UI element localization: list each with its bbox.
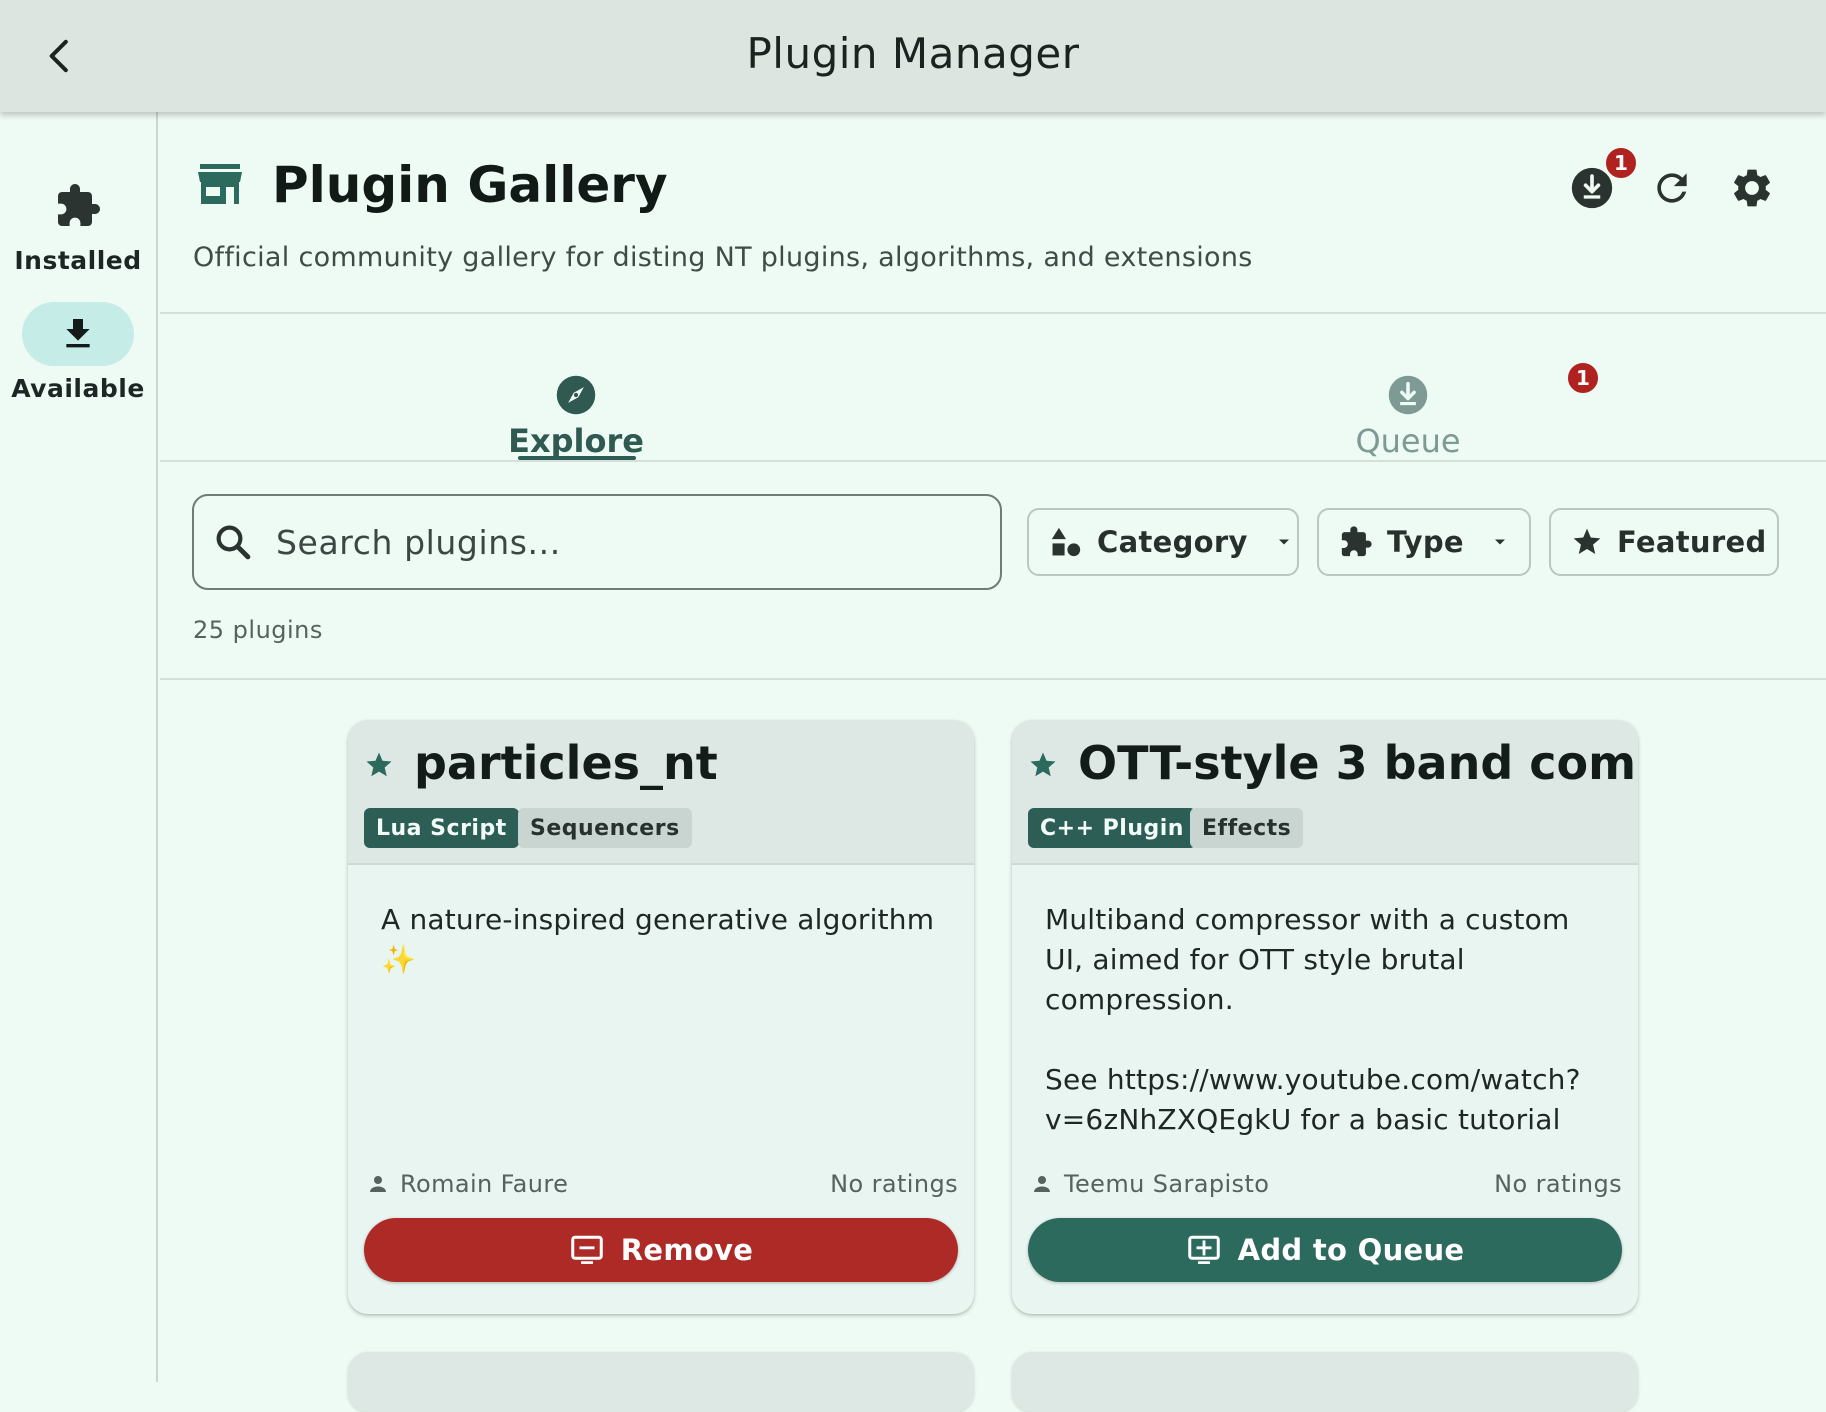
queue-badge: 1	[1566, 361, 1600, 395]
plugin-description: Multiband compressor with a custom UI, a…	[1045, 903, 1581, 1136]
star-icon	[1573, 528, 1601, 554]
type-filter-label: Type	[1387, 525, 1464, 559]
app-bar: Plugin Manager	[0, 0, 1826, 112]
header-divider	[160, 312, 1826, 314]
person-icon	[1034, 1176, 1050, 1192]
plugin-card-partial[interactable]	[1012, 1352, 1638, 1412]
category-filter[interactable]: Category	[1027, 508, 1299, 576]
type-filter[interactable]: Type	[1317, 508, 1531, 576]
search-icon	[216, 525, 251, 560]
refresh-button[interactable]	[1644, 160, 1700, 216]
plugin-author: Teemu Sarapisto	[1030, 1170, 1269, 1198]
plugin-card-partial[interactable]	[348, 1352, 974, 1412]
download-circle-icon	[1388, 375, 1428, 415]
featured-star-icon	[366, 752, 392, 777]
navigation-rail: Installed Available	[0, 112, 158, 1382]
plugin-rating: No ratings	[830, 1170, 958, 1198]
rail-label-available: Available	[11, 374, 145, 403]
results-count: 25 plugins	[193, 616, 323, 644]
settings-button[interactable]	[1724, 160, 1780, 216]
app-title: Plugin Manager	[746, 29, 1080, 78]
add-to-queue-button-label: Add to Queue	[1237, 1233, 1465, 1267]
plugin-author: Romain Faure	[366, 1170, 568, 1198]
downloads-badge: 1	[1604, 146, 1638, 180]
page-title: Plugin Gallery	[272, 156, 668, 214]
storefront-icon	[198, 164, 242, 204]
rail-item-installed[interactable]: Installed	[0, 174, 156, 275]
plugin-author-name: Teemu Sarapisto	[1064, 1170, 1270, 1198]
tabs-divider	[160, 460, 1826, 462]
shapes-icon	[1051, 527, 1081, 557]
featured-filter-label: Featured	[1617, 525, 1767, 559]
featured-filter[interactable]: Featured	[1549, 508, 1779, 576]
page-subtitle: Official community gallery for disting N…	[193, 242, 1253, 273]
add-to-queue-button[interactable]: Add to Queue	[1028, 1218, 1622, 1282]
puzzle-icon	[58, 184, 100, 226]
downloads-button[interactable]: 1	[1564, 146, 1638, 216]
caret-down-icon	[1494, 539, 1505, 545]
plugin-card-header: OTT-style 3 band com... C++ Plugin Effec…	[1012, 720, 1638, 865]
plugin-description: A nature-inspired generative algorithm ✨	[381, 903, 935, 976]
rail-active-indicator	[22, 302, 134, 366]
main-content: Plugin Gallery Official community galler…	[160, 112, 1826, 1412]
plugin-type-tag: Lua Script	[364, 808, 519, 848]
compass-icon	[556, 375, 596, 415]
refresh-icon	[1657, 173, 1687, 203]
tab-explore[interactable]: Explore	[160, 344, 992, 492]
add-box-icon	[1187, 1235, 1220, 1264]
search-placeholder: Search plugins...	[276, 522, 561, 562]
plugin-card[interactable]: particles_nt Lua Script Sequencers A nat…	[348, 720, 974, 1314]
rail-item-available[interactable]: Available	[0, 302, 156, 403]
plugin-title: OTT-style 3 band com...	[1078, 736, 1638, 790]
plugin-title: particles_nt	[414, 736, 718, 790]
search-input[interactable]: Search plugins...	[192, 494, 1002, 590]
rail-label-installed: Installed	[14, 246, 142, 275]
plugin-category-tag: Effects	[1190, 808, 1304, 848]
plugin-author-name: Romain Faure	[400, 1170, 569, 1198]
plugin-card[interactable]: OTT-style 3 band com... C++ Plugin Effec…	[1012, 720, 1638, 1314]
tab-label-queue: Queue	[1355, 422, 1461, 460]
tab-label-explore: Explore	[508, 422, 644, 460]
caret-down-icon	[1278, 539, 1289, 545]
featured-star-icon	[1030, 752, 1056, 777]
plugin-card-header: particles_nt Lua Script Sequencers	[348, 720, 974, 865]
plugin-type-tag: C++ Plugin	[1028, 808, 1196, 848]
category-filter-label: Category	[1097, 525, 1248, 559]
plugin-rating: No ratings	[1494, 1170, 1622, 1198]
remove-button-label: Remove	[620, 1233, 754, 1267]
puzzle-icon	[1341, 526, 1372, 557]
person-icon	[370, 1176, 386, 1192]
remove-box-icon	[570, 1235, 603, 1264]
tab-queue[interactable]: 1 Queue	[992, 344, 1824, 492]
gear-icon	[1734, 169, 1770, 207]
plugin-category-tag: Sequencers	[518, 808, 692, 848]
remove-button[interactable]: Remove	[364, 1218, 958, 1282]
results-divider	[160, 678, 1826, 680]
download-icon	[66, 319, 90, 348]
